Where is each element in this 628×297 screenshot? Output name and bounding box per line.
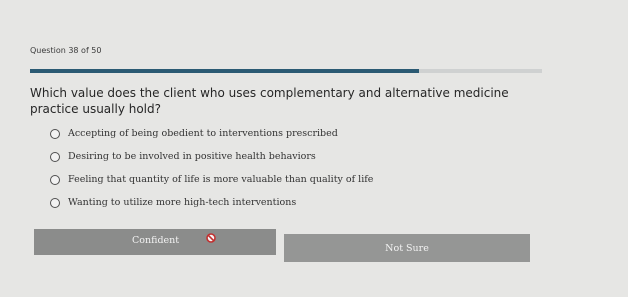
option-label: Feeling that quantity of life is more va… <box>68 174 374 185</box>
confident-button[interactable]: Confident <box>34 229 276 255</box>
radio-button-icon[interactable] <box>50 151 60 162</box>
progress-bar <box>30 69 542 73</box>
option-2[interactable]: Desiring to be involved in positive heal… <box>50 145 373 168</box>
radio-button-icon[interactable] <box>50 197 60 208</box>
not-sure-button[interactable]: Not Sure <box>284 234 530 262</box>
question-counter: Question 38 of 50 <box>30 46 102 55</box>
option-label: Wanting to utilize more high-tech interv… <box>68 197 297 208</box>
question-text: Which value does the client who uses com… <box>30 86 509 116</box>
radio-button-icon[interactable] <box>50 128 60 139</box>
option-label: Desiring to be involved in positive heal… <box>68 151 316 162</box>
answer-options: Accepting of being obedient to intervent… <box>50 122 373 214</box>
option-3[interactable]: Feeling that quantity of life is more va… <box>50 168 373 191</box>
confident-button-label: Confident <box>132 235 180 246</box>
progress-bar-fill <box>30 69 420 73</box>
prohibit-icon <box>206 233 216 243</box>
option-label: Accepting of being obedient to intervent… <box>68 128 338 139</box>
option-1[interactable]: Accepting of being obedient to intervent… <box>50 122 373 145</box>
option-4[interactable]: Wanting to utilize more high-tech interv… <box>50 191 373 214</box>
radio-button-icon[interactable] <box>50 174 60 185</box>
not-sure-button-label: Not Sure <box>385 242 429 254</box>
